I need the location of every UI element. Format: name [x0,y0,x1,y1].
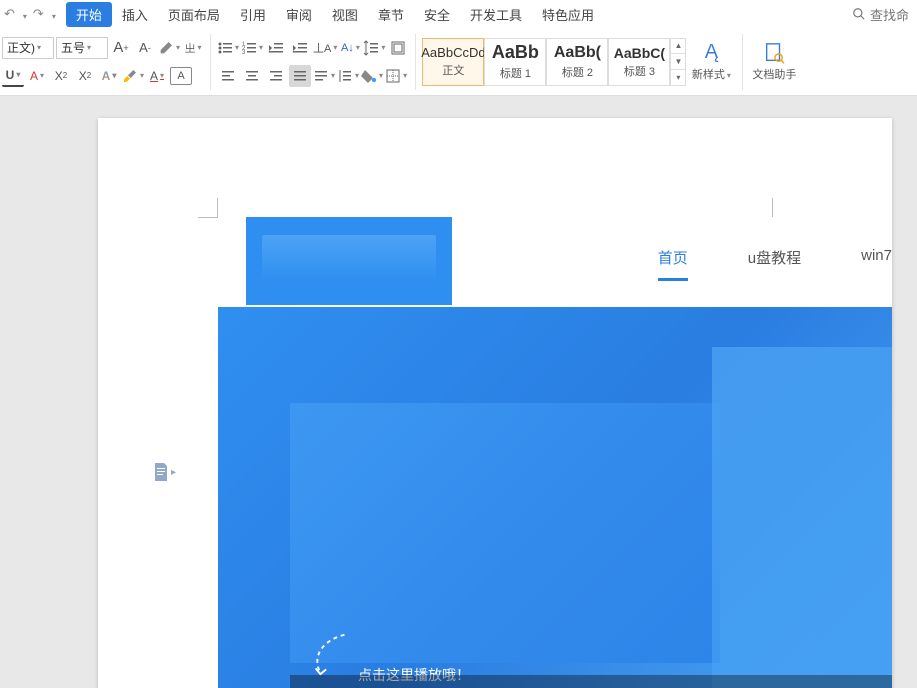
indent-icon [292,40,308,56]
align-left-button[interactable] [217,65,239,87]
border-icon [385,68,401,84]
style-heading1[interactable]: AaBb 标题 1 [484,38,546,86]
qat-dropdown[interactable] [50,7,56,22]
align-justify-icon [292,68,308,84]
tab-sections[interactable]: 章节 [368,2,414,27]
subscript-button[interactable]: X2 [74,65,96,87]
decrease-indent-button[interactable] [265,37,287,59]
text-direction-button[interactable]: 丄A [313,37,337,59]
style-preview: AaBb( [554,44,601,62]
underline-button[interactable]: U [2,65,24,87]
font-color-button[interactable]: A [146,65,168,87]
svg-text:3: 3 [242,50,246,56]
margin-marker-tl [198,198,218,218]
search-placeholder: 查找命 [870,5,909,24]
show-marks-button[interactable] [387,37,409,59]
video-controls: 0:00 [290,675,892,688]
margin-marker-tr [772,198,792,218]
tab-page-layout[interactable]: 页面布局 [158,2,230,27]
nav-win7[interactable]: win7 [861,247,892,281]
font-color-a-button[interactable]: A [26,65,48,87]
style-label: 标题 2 [562,64,593,80]
highlight-icon [122,68,138,84]
nav-home[interactable]: 首页 [658,247,688,281]
tab-start[interactable]: 开始 [66,2,112,27]
doc-assistant-button[interactable]: 文档助手 [749,34,799,90]
pilcrow-icon [390,40,406,56]
text-effects-button[interactable]: A [98,65,120,87]
clear-format-button[interactable] [158,37,180,59]
doc-assistant-icon [763,42,785,64]
doc-assistant-label: 文档助手 [752,66,796,82]
style-preview: AaBb [492,42,539,63]
style-scroll-up[interactable]: ▲ [671,39,685,55]
style-normal[interactable]: AaBbCcDd 正文 [422,38,484,86]
hero-banner: 点击这里播放哦！ 0:00 [218,307,892,688]
numbered-list-button[interactable]: 123 [241,37,263,59]
arrow-doodle-icon [306,629,354,679]
tab-security[interactable]: 安全 [414,2,460,27]
document-page[interactable]: ▸ 首页 u盘教程 win7 点击这里播放哦！ [98,118,892,688]
search-box[interactable]: 查找命 [852,5,913,24]
bucket-icon [361,68,377,84]
tab-view[interactable]: 视图 [322,2,368,27]
nav-usb-tutorial[interactable]: u盘教程 [748,247,801,281]
outline-panel-toggle[interactable]: ▸ [153,463,176,481]
tab-review[interactable]: 审阅 [276,2,322,27]
line-spacing-icon [337,68,353,84]
superscript-button[interactable]: X2 [50,65,72,87]
eraser-icon [158,40,174,56]
search-icon [852,7,866,21]
style-gallery-expand[interactable]: ▾ [671,70,685,85]
borders-button[interactable] [385,65,407,87]
list-bullet-icon [217,40,233,56]
tab-insert[interactable]: 插入 [112,2,158,27]
align-right-icon [268,68,284,84]
phonetic-guide-button[interactable]: 㞢 [182,37,204,59]
grow-font-button[interactable]: A+ [110,37,132,59]
font-family-select[interactable]: 正文) [2,37,54,59]
shrink-font-button[interactable]: A- [134,37,156,59]
outdent-icon [268,40,284,56]
style-preview: AaBbCcDd [421,45,485,60]
shading-button[interactable] [361,65,383,87]
line-spacing-button[interactable] [337,65,359,87]
tab-special[interactable]: 特色应用 [532,2,604,27]
undo-icon[interactable]: ↶ [4,6,15,22]
new-style-label: 新样式 [692,66,731,82]
new-style-button[interactable]: Ą 新样式 [686,34,736,90]
style-label: 正文 [442,62,464,78]
increase-indent-button[interactable] [289,37,311,59]
style-scroll-down[interactable]: ▼ [671,54,685,70]
align-center-icon [244,68,260,84]
site-logo[interactable] [246,217,452,305]
line-spacing-top-button[interactable] [363,37,385,59]
align-left-icon [220,68,236,84]
bullet-list-button[interactable] [217,37,239,59]
char-border-button[interactable]: A [170,67,192,85]
redo-icon[interactable]: ↷ [33,6,44,22]
align-right-button[interactable] [265,65,287,87]
style-label: 标题 1 [500,65,531,81]
spacing-icon [363,40,379,56]
style-preview: AaBbC( [614,45,665,61]
new-style-icon: Ą [705,41,718,64]
style-heading2[interactable]: AaBb( 标题 2 [546,38,608,86]
page-icon [153,463,169,481]
style-label: 标题 3 [624,63,655,79]
list-number-icon: 123 [241,40,257,56]
tab-references[interactable]: 引用 [230,2,276,27]
style-heading3[interactable]: AaBbC( 标题 3 [608,38,670,86]
tab-developer[interactable]: 开发工具 [460,2,532,27]
undo-dropdown[interactable] [21,7,27,22]
align-justify-button[interactable] [289,65,311,87]
distribute-button[interactable] [313,65,335,87]
sort-button[interactable]: A↓ [339,37,361,59]
distribute-icon [313,68,329,84]
font-size-select[interactable]: 五号 [56,37,108,59]
highlight-button[interactable] [122,65,144,87]
align-center-button[interactable] [241,65,263,87]
